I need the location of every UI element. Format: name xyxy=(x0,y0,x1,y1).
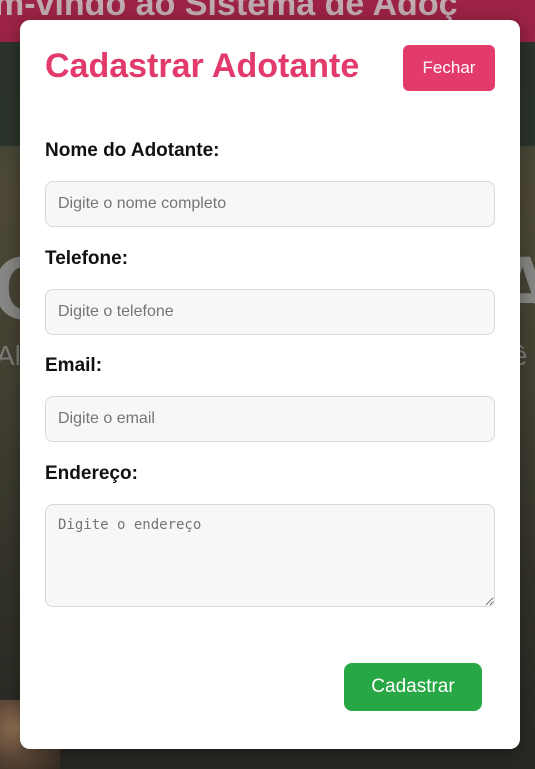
email-input[interactable] xyxy=(45,396,495,442)
phone-input[interactable] xyxy=(45,289,495,335)
close-button[interactable]: Fechar xyxy=(403,45,495,91)
phone-label: Telefone: xyxy=(45,248,129,269)
address-textarea[interactable] xyxy=(45,504,495,607)
modal-title: Cadastrar Adotante xyxy=(45,47,360,85)
submit-button[interactable]: Cadastrar xyxy=(344,663,482,711)
name-input[interactable] xyxy=(45,181,495,227)
email-label: Email: xyxy=(45,355,103,376)
name-label: Nome do Adotante: xyxy=(45,140,220,161)
address-label: Endereço: xyxy=(45,463,138,484)
register-adopter-modal: Cadastrar Adotante Fechar Nome do Adotan… xyxy=(20,20,520,749)
